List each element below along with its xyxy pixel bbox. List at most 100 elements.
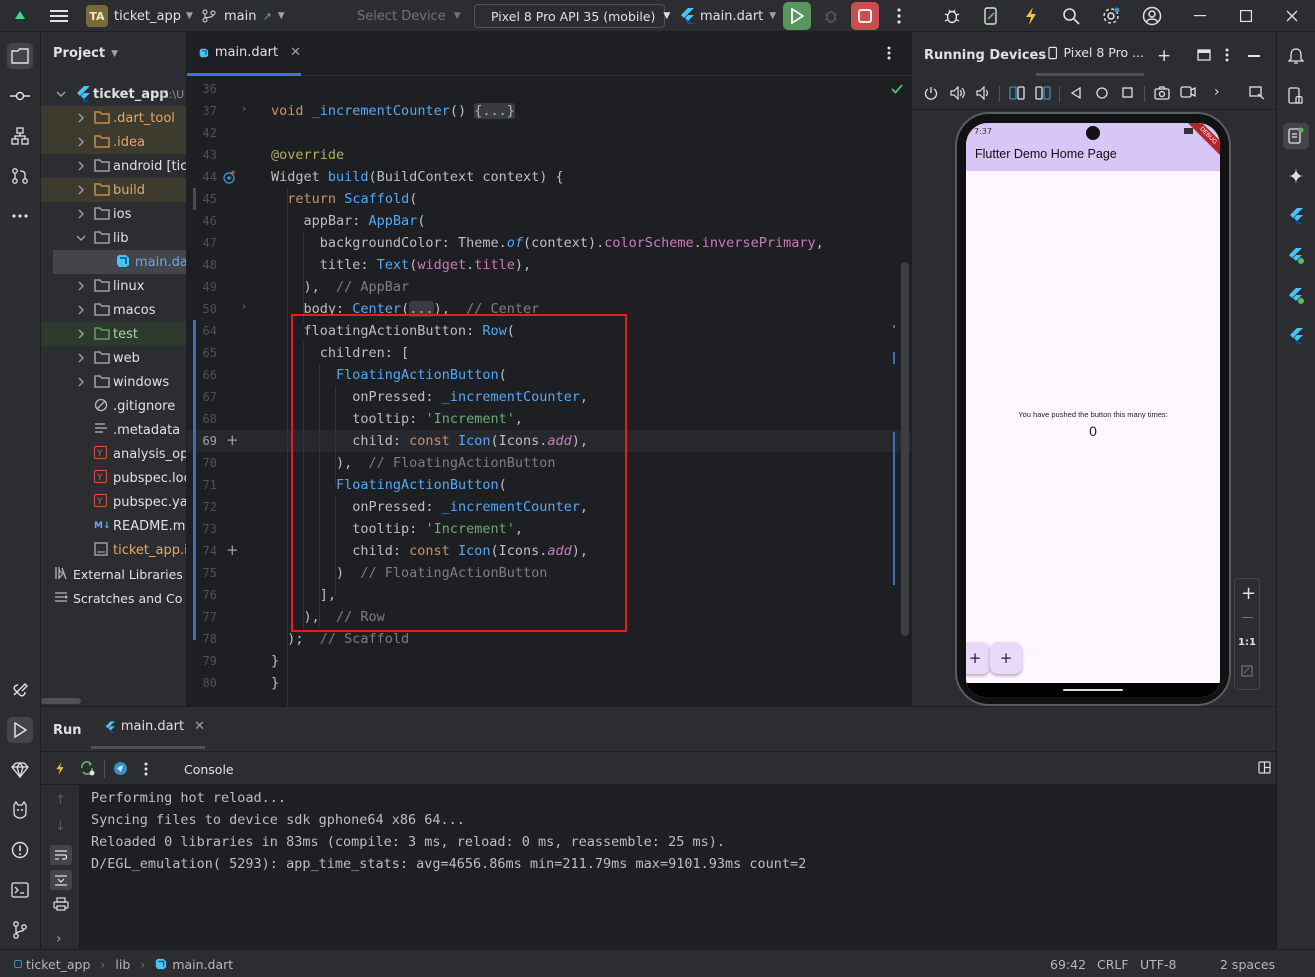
add-device-icon[interactable]: + [1157, 46, 1171, 66]
fab-increment-2[interactable]: + [990, 642, 1022, 674]
flutter-outline-icon[interactable] [1283, 243, 1309, 269]
tree-item[interactable]: test [41, 322, 186, 346]
zoom-out-icon[interactable] [1242, 617, 1253, 619]
tree-item[interactable]: windows [41, 370, 186, 394]
code-line[interactable]: appBar: AppBar( [271, 210, 426, 232]
device-manager-icon[interactable] [1283, 83, 1309, 109]
arrow-up-icon[interactable]: ↑ [55, 793, 66, 808]
running-devices-icon[interactable] [1283, 123, 1309, 149]
chevron-right-icon[interactable] [75, 136, 87, 148]
run-tab-main-dart[interactable]: main.dart ✕ [91, 707, 205, 749]
zoom-fit-icon[interactable] [1241, 665, 1253, 677]
zoom-actual-size[interactable]: 1:1 [1238, 637, 1256, 648]
device-mirror-icon[interactable] [1249, 86, 1265, 100]
structure-tool-icon[interactable] [7, 123, 33, 149]
chevron-right-icon[interactable] [75, 184, 87, 196]
tree-item[interactable]: .idea [41, 130, 186, 154]
more-run-options-icon[interactable] [144, 762, 148, 776]
problems-icon[interactable] [7, 837, 33, 863]
flutter-inspector-icon[interactable] [1283, 203, 1309, 229]
screen-record-icon[interactable] [1180, 86, 1196, 98]
code-line[interactable]: @override [271, 144, 344, 166]
tree-item[interactable]: Scratches and Co [41, 586, 186, 610]
zoom-in-icon[interactable]: + [1241, 583, 1256, 604]
chevron-right-icon[interactable] [75, 112, 87, 124]
tree-item[interactable]: ticket_app.iml [41, 538, 186, 562]
project-tool-icon[interactable] [7, 43, 33, 69]
app-quality-insights-icon[interactable] [7, 757, 33, 783]
scroll-to-end-icon[interactable] [50, 870, 72, 890]
tree-item[interactable]: linux [41, 274, 186, 298]
main-menu-icon[interactable] [47, 4, 71, 28]
volume-up-icon[interactable] [950, 86, 966, 100]
screenshot-icon[interactable] [1154, 86, 1170, 100]
arrow-down-icon[interactable]: ↓ [55, 819, 66, 834]
chevron-right-icon[interactable] [75, 280, 87, 292]
hide-panel-icon[interactable] [1248, 55, 1260, 57]
attach-debugger-icon[interactable] [940, 4, 964, 28]
tree-item[interactable]: main.dart [53, 250, 186, 274]
code-line[interactable]: title: Text(widget.title), [271, 254, 531, 276]
add-line-icon[interactable]: + [226, 541, 239, 559]
gemini-icon[interactable] [1283, 163, 1309, 189]
project-hscrollbar[interactable] [41, 698, 81, 704]
commit-tool-icon[interactable] [7, 83, 33, 109]
expand-chevron-icon[interactable]: › [56, 931, 62, 947]
devtools-icon[interactable] [113, 761, 128, 776]
chevron-down-icon[interactable] [75, 232, 87, 244]
breadcrumb-lib[interactable]: lib [115, 957, 130, 972]
tree-item[interactable]: lib [41, 226, 186, 250]
tree-item[interactable]: android [ticke [41, 154, 186, 178]
device-screen[interactable]: 7:37 Flutter Demo Home Page DEBUG You ha… [966, 123, 1220, 697]
run-tool-icon[interactable] [7, 717, 33, 743]
tree-item[interactable]: build [41, 178, 186, 202]
more-actions-icon[interactable] [887, 4, 911, 28]
chevron-right-icon[interactable] [75, 304, 87, 316]
code-line[interactable]: backgroundColor: Theme.of(context).color… [271, 232, 824, 254]
indent-setting[interactable]: 2 spaces [1220, 950, 1275, 977]
search-icon[interactable] [1059, 4, 1083, 28]
flutter-performance-icon[interactable] [1283, 283, 1309, 309]
editor-vscrollbar[interactable] [901, 262, 909, 636]
console-output[interactable]: Performing hot reload... Syncing files to… [79, 785, 1276, 950]
code-line[interactable]: ), // AppBar [271, 276, 410, 298]
minimize-window-icon[interactable] [1188, 4, 1212, 28]
logcat-icon[interactable] [7, 797, 33, 823]
add-line-icon[interactable]: + [226, 431, 239, 449]
hot-reload-icon[interactable] [55, 761, 65, 776]
tree-item[interactable]: Yanalysis_optio [41, 442, 186, 466]
overview-icon[interactable] [1122, 87, 1133, 98]
device-selector[interactable]: Pixel 8 Pro API 35 (mobile) ▼ [474, 4, 670, 28]
fab-increment-1[interactable]: + [966, 642, 990, 674]
chevron-right-icon[interactable] [75, 376, 87, 388]
print-icon[interactable] [53, 897, 69, 911]
close-tab-icon[interactable]: ✕ [194, 719, 205, 734]
code-line[interactable]: } [271, 672, 279, 694]
code-line[interactable]: void _incrementCounter() {...} [271, 100, 515, 122]
stop-button[interactable] [851, 2, 879, 30]
tree-item[interactable]: web [41, 346, 186, 370]
select-device-dropdown[interactable]: Select Device ▼ [357, 0, 461, 32]
run-button[interactable] [783, 2, 811, 30]
chevron-right-icon[interactable] [75, 352, 87, 364]
fold-expand-icon[interactable]: › [242, 102, 246, 115]
fold-expand-icon[interactable]: › [242, 300, 246, 313]
project-switcher[interactable]: TA ticket_app ▼ [86, 0, 193, 32]
code-line[interactable]: Widget build(BuildContext context) { [271, 166, 564, 188]
layout-toggle-icon[interactable] [1258, 761, 1271, 774]
power-icon[interactable] [924, 86, 938, 100]
caret-position[interactable]: 69:42 [1050, 950, 1086, 977]
back-icon[interactable] [1071, 87, 1081, 99]
rotate-right-icon[interactable] [1035, 86, 1051, 100]
settings-gear-icon[interactable] [1099, 4, 1123, 28]
project-view-selector[interactable]: Project ▼ [53, 46, 118, 61]
chevron-right-icon[interactable] [75, 160, 87, 172]
hot-reload-icon[interactable] [1019, 4, 1043, 28]
hot-restart-icon[interactable] [79, 760, 95, 776]
run-config-selector[interactable]: main.dart ▼ [680, 0, 776, 32]
tree-item[interactable]: M↓ README.md [41, 514, 186, 538]
debug-button[interactable] [819, 4, 843, 28]
volume-down-icon[interactable] [976, 86, 990, 100]
rotate-left-icon[interactable] [1009, 86, 1025, 100]
tree-root-ticket-app[interactable]: ticket_app C:\U [41, 82, 186, 106]
